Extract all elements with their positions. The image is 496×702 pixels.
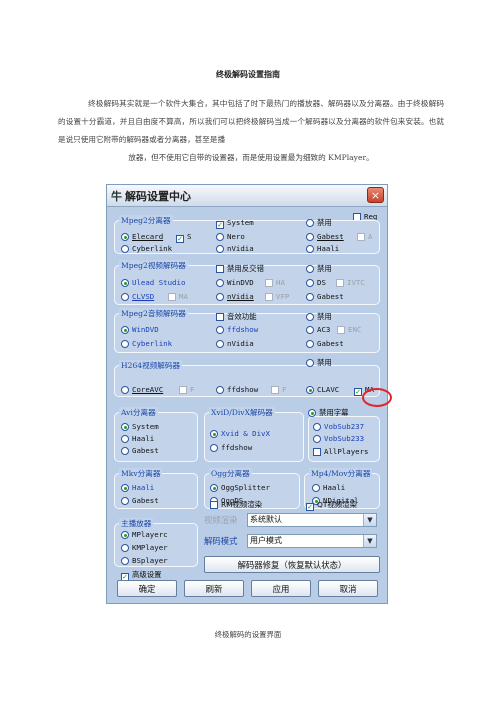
radio-clvsd[interactable]: CLVSD	[121, 292, 154, 302]
decode-mode-select[interactable]: 用户模式 ▼	[247, 534, 377, 548]
radio-nvidia-audio[interactable]: nVidia	[216, 339, 254, 349]
chevron-down-icon: ▼	[363, 535, 376, 547]
radio-ds[interactable]: DS	[306, 278, 326, 288]
checkbox-elecard-s[interactable]: ✓ S	[176, 232, 191, 243]
chevron-down-icon: ▼	[363, 514, 376, 526]
radio-vobsub233[interactable]: VobSub233	[313, 434, 364, 444]
group-title: Mkv分离器	[119, 468, 163, 479]
radio-vobsub237[interactable]: VobSub237	[313, 422, 364, 432]
document-paragraph: 终极解码其实就是一个软件大集合，其中包括了时下最热门的播放器、解码器以及分离器。…	[58, 99, 444, 162]
radio-avi-haali[interactable]: Haali	[121, 434, 154, 444]
title-bar[interactable]: 牛 解码设置中心 ×	[107, 185, 387, 207]
radio-disable-mpeg2-splitter[interactable]: 禁用	[306, 218, 332, 228]
app-icon: 牛	[111, 190, 122, 203]
group-title: Mp4/Mov分离器	[309, 468, 373, 479]
checkbox-ac3-enc[interactable]: ENC	[337, 325, 361, 335]
radio-clavc[interactable]: CLAVC	[306, 385, 339, 395]
group-title: Mpeg2分离器	[119, 215, 173, 226]
radio-kmplayer[interactable]: KMPlayer	[121, 543, 168, 553]
figure-caption: 终极解码的设置界面	[214, 630, 282, 639]
radio-avi-gabest[interactable]: Gabest	[121, 446, 159, 456]
radio-ac3[interactable]: AC3	[306, 325, 330, 335]
close-button[interactable]: ×	[367, 187, 384, 203]
radio-coreavc[interactable]: CoreAVC	[121, 385, 163, 395]
radio-nvidia-video[interactable]: nVidia	[216, 292, 254, 302]
radio-disable-subtitle[interactable]: 禁用字幕	[308, 408, 349, 418]
checkbox-ffdshow-f[interactable]: F	[271, 385, 286, 395]
checkbox-coreavc-f[interactable]: F	[179, 385, 194, 395]
radio-cyberlink-audio[interactable]: Cyberlink	[121, 339, 172, 349]
radio-disable-mpeg2-audio[interactable]: 禁用	[306, 312, 332, 322]
apply-button[interactable]: 应用	[251, 580, 311, 597]
radio-mp4-haali[interactable]: Haali	[312, 483, 345, 493]
radio-disable-mpeg2-video[interactable]: 禁用	[306, 264, 332, 274]
repair-button[interactable]: 解码器修复（恢复默认状态）	[204, 556, 380, 573]
radio-gabest-audio[interactable]: Gabest	[306, 339, 344, 349]
radio-avi-system[interactable]: System	[121, 422, 159, 432]
checkbox-audio-effect[interactable]: 音效功能	[216, 312, 257, 322]
checkbox-qt-render[interactable]: ✓ QT视频渲染	[306, 500, 357, 511]
group-title: Ogg分离器	[209, 468, 252, 479]
checkbox-system[interactable]: ✓ System	[216, 218, 254, 229]
radio-ffdshow-audio[interactable]: ffdshow	[216, 325, 258, 335]
decoder-settings-window: 牛 解码设置中心 × Reg Mpeg2分离器 Elecard ✓ S Cyber…	[106, 184, 392, 604]
highlight-circle	[362, 388, 392, 407]
checkbox-disable-deinterlace[interactable]: 禁用反交错	[216, 264, 264, 274]
checkbox-nvidia-vfp[interactable]: VFP	[265, 292, 289, 302]
radio-elecard[interactable]: Elecard	[121, 232, 163, 242]
document-title: 终极解码设置指南	[216, 69, 280, 79]
group-title: H264视频解码器	[119, 360, 183, 371]
group-title: 主播放器	[119, 518, 154, 529]
checkbox-rm-render[interactable]: RM视频渲染	[210, 500, 262, 510]
video-render-label: 视频渲染	[204, 515, 238, 525]
checkbox-ds-ivtc[interactable]: IVTC	[336, 278, 365, 288]
checkbox-clvsd-ma[interactable]: MA	[168, 292, 188, 302]
ok-button[interactable]: 确定	[117, 580, 177, 597]
radio-cyberlink[interactable]: Cyberlink	[121, 244, 172, 254]
group-title: Mpeg2视频解码器	[119, 260, 188, 271]
cancel-button[interactable]: 取消	[318, 580, 378, 597]
checkbox-windvd-ha[interactable]: HA	[265, 278, 285, 288]
radio-mkv-haali[interactable]: Haali	[121, 483, 154, 493]
checkbox-allplayers[interactable]: AllPlayers	[313, 447, 369, 457]
radio-nvidia[interactable]: nVidia	[216, 244, 254, 254]
radio-windvd-video[interactable]: WinDVD	[216, 278, 254, 288]
radio-bsplayer[interactable]: BSplayer	[121, 556, 168, 566]
radio-gabest-video[interactable]: Gabest	[306, 292, 344, 302]
radio-oggsplitter[interactable]: OggSplitter	[210, 483, 270, 493]
group-title: XviD/DivX解码器	[209, 407, 275, 418]
radio-xvid-ffdshow[interactable]: ffdshow	[210, 443, 252, 453]
decode-mode-label: 解码模式	[204, 536, 238, 546]
refresh-button[interactable]: 刷新	[184, 580, 244, 597]
radio-nero[interactable]: Nero	[216, 232, 245, 242]
radio-ulead-studio[interactable]: Ulead Studio	[121, 278, 185, 288]
video-render-select[interactable]: 系统默认 ▼	[247, 513, 377, 527]
group-title: Mpeg2音频解码器	[119, 308, 188, 319]
radio-haali[interactable]: Haali	[306, 244, 339, 254]
radio-ffdshow-h264[interactable]: ffdshow	[216, 385, 258, 395]
group-title: Avi分离器	[119, 407, 158, 418]
radio-xvid-divx[interactable]: Xvid & DivX	[210, 429, 270, 439]
radio-mkv-gabest[interactable]: Gabest	[121, 496, 159, 506]
radio-mplayerc[interactable]: MPlayerc	[121, 530, 168, 540]
radio-gabest[interactable]: Gabest	[306, 232, 344, 242]
checkbox-gabest-a[interactable]: A	[357, 232, 372, 242]
radio-disable-h264[interactable]: 禁用	[306, 358, 332, 368]
window-title: 解码设置中心	[125, 190, 191, 203]
radio-windvd-audio[interactable]: WinDVD	[121, 325, 159, 335]
